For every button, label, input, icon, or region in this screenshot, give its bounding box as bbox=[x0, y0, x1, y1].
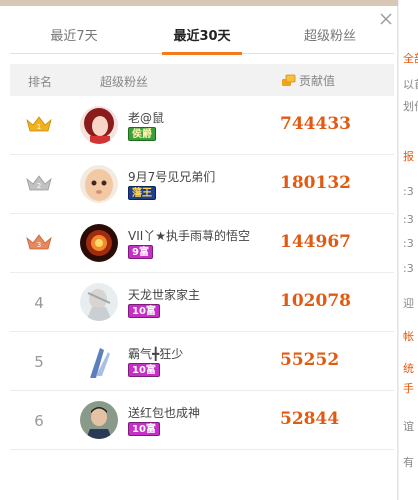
rank-cell: 3 bbox=[24, 234, 54, 254]
rank-cell: 5 bbox=[24, 352, 54, 372]
table-row[interactable]: 6 送红包也成神 10富 52844 bbox=[10, 391, 394, 450]
table-row[interactable]: 1 老@鼠 侯爵 744433 bbox=[10, 96, 394, 155]
tab-last-7-days[interactable]: 最近7天 bbox=[10, 22, 138, 53]
contribution-value: 102078 bbox=[280, 291, 351, 311]
fan-name[interactable]: 9月7号见兄弟们 bbox=[128, 168, 215, 185]
avatar[interactable] bbox=[80, 224, 118, 262]
rank-badge: 藩王 bbox=[128, 186, 156, 200]
side-text: :3 bbox=[403, 185, 414, 198]
avatar[interactable] bbox=[80, 401, 118, 439]
rank-header: 排名 bbox=[28, 75, 53, 89]
side-text: :3 bbox=[403, 262, 414, 275]
fan-name[interactable]: 天龙世家家主 bbox=[128, 286, 200, 303]
table-row[interactable]: 2 9月7号见兄弟们 藩王 180132 bbox=[10, 155, 394, 214]
rank-cell: 2 bbox=[24, 175, 54, 195]
table-row[interactable]: 3 VII丫★执手雨荨的悟空 9富 144967 bbox=[10, 214, 394, 273]
super-fans-panel: 最近7天 最近30天 超级粉丝 排名 超级粉丝 贡献值 1 老@鼠 侯爵 744… bbox=[0, 6, 398, 500]
avatar[interactable] bbox=[80, 106, 118, 144]
side-text: :3 bbox=[403, 237, 414, 250]
contribution-header: 贡献值 bbox=[282, 72, 335, 89]
coins-icon bbox=[282, 74, 296, 86]
rank-badge: 9富 bbox=[128, 245, 153, 259]
rank-cell: 6 bbox=[24, 411, 54, 431]
side-text: 迎 bbox=[403, 297, 414, 310]
avatar[interactable] bbox=[80, 342, 118, 380]
avatar[interactable] bbox=[80, 283, 118, 321]
rank-badge: 10富 bbox=[128, 363, 160, 377]
tab-last-30-days[interactable]: 最近30天 bbox=[138, 22, 266, 53]
rank-number: 4 bbox=[34, 294, 44, 312]
fan-name[interactable]: 老@鼠 bbox=[128, 109, 164, 126]
side-text: :3 bbox=[403, 213, 414, 226]
contribution-value: 744433 bbox=[280, 114, 351, 134]
side-text: 全部 bbox=[403, 52, 418, 65]
side-text: 帐 bbox=[403, 330, 414, 343]
rank-badge: 10富 bbox=[128, 422, 160, 436]
svg-text:3: 3 bbox=[37, 241, 41, 249]
side-text: 有 bbox=[403, 456, 414, 469]
side-text: 报 bbox=[403, 150, 414, 163]
fan-header: 超级粉丝 bbox=[100, 75, 149, 89]
gold-crown-icon: 1 bbox=[26, 116, 52, 132]
rank-number: 6 bbox=[34, 412, 44, 430]
contribution-label: 贡献值 bbox=[299, 74, 336, 88]
svg-text:1: 1 bbox=[37, 123, 41, 131]
period-tabs: 最近7天 最近30天 超级粉丝 bbox=[10, 22, 394, 54]
side-text: 划作 bbox=[403, 100, 418, 113]
contribution-value: 52844 bbox=[280, 409, 340, 429]
table-header: 排名 超级粉丝 贡献值 bbox=[10, 64, 394, 96]
fans-list: 1 老@鼠 侯爵 744433 2 9月7号见兄弟们 藩王 180132 3 V… bbox=[10, 96, 394, 450]
side-text: 谊 bbox=[403, 420, 414, 433]
background-page-fragment: 全部 以首 划作 报 :3 :3 :3 :3 迎 帐 统 手 谊 有 bbox=[398, 0, 418, 500]
rank-cell: 4 bbox=[24, 293, 54, 313]
contribution-value: 55252 bbox=[280, 350, 340, 370]
silver-crown-icon: 2 bbox=[26, 175, 52, 191]
contribution-value: 180132 bbox=[280, 173, 351, 193]
svg-text:2: 2 bbox=[37, 182, 41, 190]
fan-name[interactable]: 霸气╋狂少 bbox=[128, 345, 183, 362]
fan-name[interactable]: 送红包也成神 bbox=[128, 404, 200, 421]
tab-super-fans[interactable]: 超级粉丝 bbox=[266, 22, 394, 53]
contribution-value: 144967 bbox=[280, 232, 351, 252]
rank-cell: 1 bbox=[24, 116, 54, 136]
side-text: 手 bbox=[403, 382, 414, 395]
side-text: 以首 bbox=[403, 78, 418, 91]
rank-number: 5 bbox=[34, 353, 44, 371]
rank-badge: 侯爵 bbox=[128, 127, 156, 141]
table-row[interactable]: 5 霸气╋狂少 10富 55252 bbox=[10, 332, 394, 391]
side-text: 统 bbox=[403, 362, 414, 375]
fan-name[interactable]: VII丫★执手雨荨的悟空 bbox=[128, 227, 250, 244]
avatar[interactable] bbox=[80, 165, 118, 203]
rank-badge: 10富 bbox=[128, 304, 160, 318]
table-row[interactable]: 4 天龙世家家主 10富 102078 bbox=[10, 273, 394, 332]
bronze-crown-icon: 3 bbox=[26, 234, 52, 250]
